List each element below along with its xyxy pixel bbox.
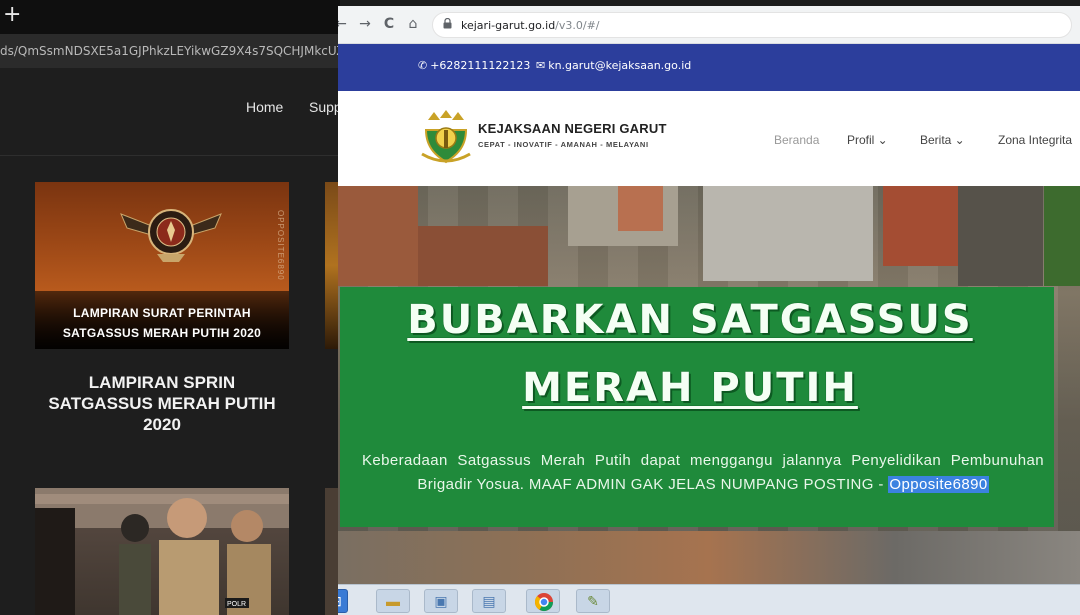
highlighted-signature[interactable]: Opposite6890 bbox=[888, 476, 989, 493]
roof-shape bbox=[618, 186, 663, 231]
eagle-emblem-icon bbox=[120, 209, 222, 262]
nav-support[interactable]: Supp bbox=[309, 99, 340, 115]
window-icon[interactable]: ▣ bbox=[424, 589, 458, 613]
lock-icon[interactable] bbox=[443, 17, 452, 32]
roof-shape bbox=[883, 186, 958, 266]
tab-bar: + bbox=[0, 0, 340, 34]
kejaksaan-logo-icon[interactable] bbox=[420, 108, 472, 166]
nav-home[interactable]: Home bbox=[246, 99, 283, 115]
site-tagline: CEPAT - INOVATIF - AMANAH - MELAYANI bbox=[478, 140, 649, 149]
folder-icon[interactable]: ▬ bbox=[376, 589, 410, 613]
chrome-icon[interactable] bbox=[526, 589, 560, 613]
divider bbox=[0, 155, 340, 156]
windows-taskbar: ⊞ ▬ ▣ ▤ ✎ bbox=[338, 584, 1080, 615]
site-nav: Home Supp bbox=[0, 96, 340, 120]
roof-shape bbox=[958, 186, 1043, 286]
left-browser-window: + ds/QmSsmNDSXE5a1GJPhkzLEYikwGZ9X4s7SQC… bbox=[0, 0, 340, 615]
email-icon: ✉ bbox=[536, 59, 546, 72]
contact-bar: ✆ +6282111122123 ✉ kn.garut@kejaksaan.go.i… bbox=[338, 44, 1080, 91]
whatsapp-icon: ✆ bbox=[418, 59, 428, 72]
tree-shape bbox=[1044, 186, 1080, 286]
url-text[interactable]: kejari-garut.go.id/v3.0/#/ bbox=[461, 19, 600, 32]
card-thumbnail-sprin[interactable]: OPPOSITE6890 LAMPIRAN SURAT PERINTAH SAT… bbox=[35, 182, 289, 349]
address-bar[interactable]: ds/QmSsmNDSXE5a1GJPhkzLEYikwGZ9X4s7SQCHJ… bbox=[0, 34, 340, 68]
roof-shape bbox=[703, 186, 873, 281]
windows-start-icon[interactable]: ⊞ bbox=[338, 589, 348, 613]
forward-arrow-icon[interactable]: → bbox=[356, 15, 374, 33]
address-bar[interactable]: kejari-garut.go.id/v3.0/#/ bbox=[432, 12, 1072, 38]
menu-profil[interactable]: Profil ⌄ bbox=[847, 133, 888, 147]
banner-headline-2: MERAH PUTIH bbox=[522, 365, 858, 411]
browser-toolbar: ← → C ⌂ kejari-garut.go.id/v3.0/#/ bbox=[338, 6, 1080, 44]
reload-icon[interactable]: C bbox=[380, 15, 398, 33]
menu-beranda[interactable]: Beranda bbox=[774, 133, 819, 147]
roof-shape bbox=[418, 226, 548, 286]
hero-aerial-photo: BUBARKAN SATGASSUS MERAH PUTIH Keberadaa… bbox=[338, 186, 1080, 615]
email-contact[interactable]: ✉ kn.garut@kejaksaan.go.id bbox=[536, 59, 691, 72]
paint-icon[interactable]: ✎ bbox=[576, 589, 610, 613]
roof-shape bbox=[338, 186, 418, 286]
thumbnail-caption: LAMPIRAN SURAT PERINTAH SATGASSUS MERAH … bbox=[35, 291, 289, 349]
watermark-text: OPPOSITE6890 bbox=[276, 210, 285, 281]
new-tab-button[interactable]: + bbox=[3, 4, 21, 26]
police-officers-photo: POLR bbox=[35, 488, 289, 615]
window-icon[interactable]: ▤ bbox=[472, 589, 506, 613]
banner-headline-1: BUBARKAN SATGASSUS bbox=[407, 297, 973, 343]
home-icon[interactable]: ⌂ bbox=[404, 15, 422, 33]
card-title[interactable]: LAMPIRAN SPRIN SATGASSUS MERAH PUTIH 202… bbox=[35, 372, 289, 435]
menu-zona-integritas[interactable]: Zona Integrita bbox=[998, 133, 1072, 147]
site-brand[interactable]: KEJAKSAAN NEGERI GARUT bbox=[478, 121, 667, 136]
site-header: KEJAKSAAN NEGERI GARUT CEPAT - INOVATIF … bbox=[338, 91, 1080, 186]
protest-banner: BUBARKAN SATGASSUS MERAH PUTIH Keberadaa… bbox=[340, 287, 1054, 527]
banner-body: Keberadaan Satgassus Merah Putih dapat m… bbox=[362, 452, 1044, 493]
badge-text: POLR bbox=[227, 601, 246, 608]
card-thumbnail-press[interactable]: POLR bbox=[35, 488, 289, 615]
screenshot: + ds/QmSsmNDSXE5a1GJPhkzLEYikwGZ9X4s7SQC… bbox=[0, 0, 1080, 615]
menu-berita[interactable]: Berita ⌄ bbox=[920, 133, 965, 147]
phone-contact[interactable]: ✆ +6282111122123 bbox=[418, 59, 530, 72]
right-browser-window: ← → C ⌂ kejari-garut.go.id/v3.0/#/ ✆ +628… bbox=[338, 6, 1080, 615]
back-arrow-icon[interactable]: ← bbox=[338, 15, 350, 33]
